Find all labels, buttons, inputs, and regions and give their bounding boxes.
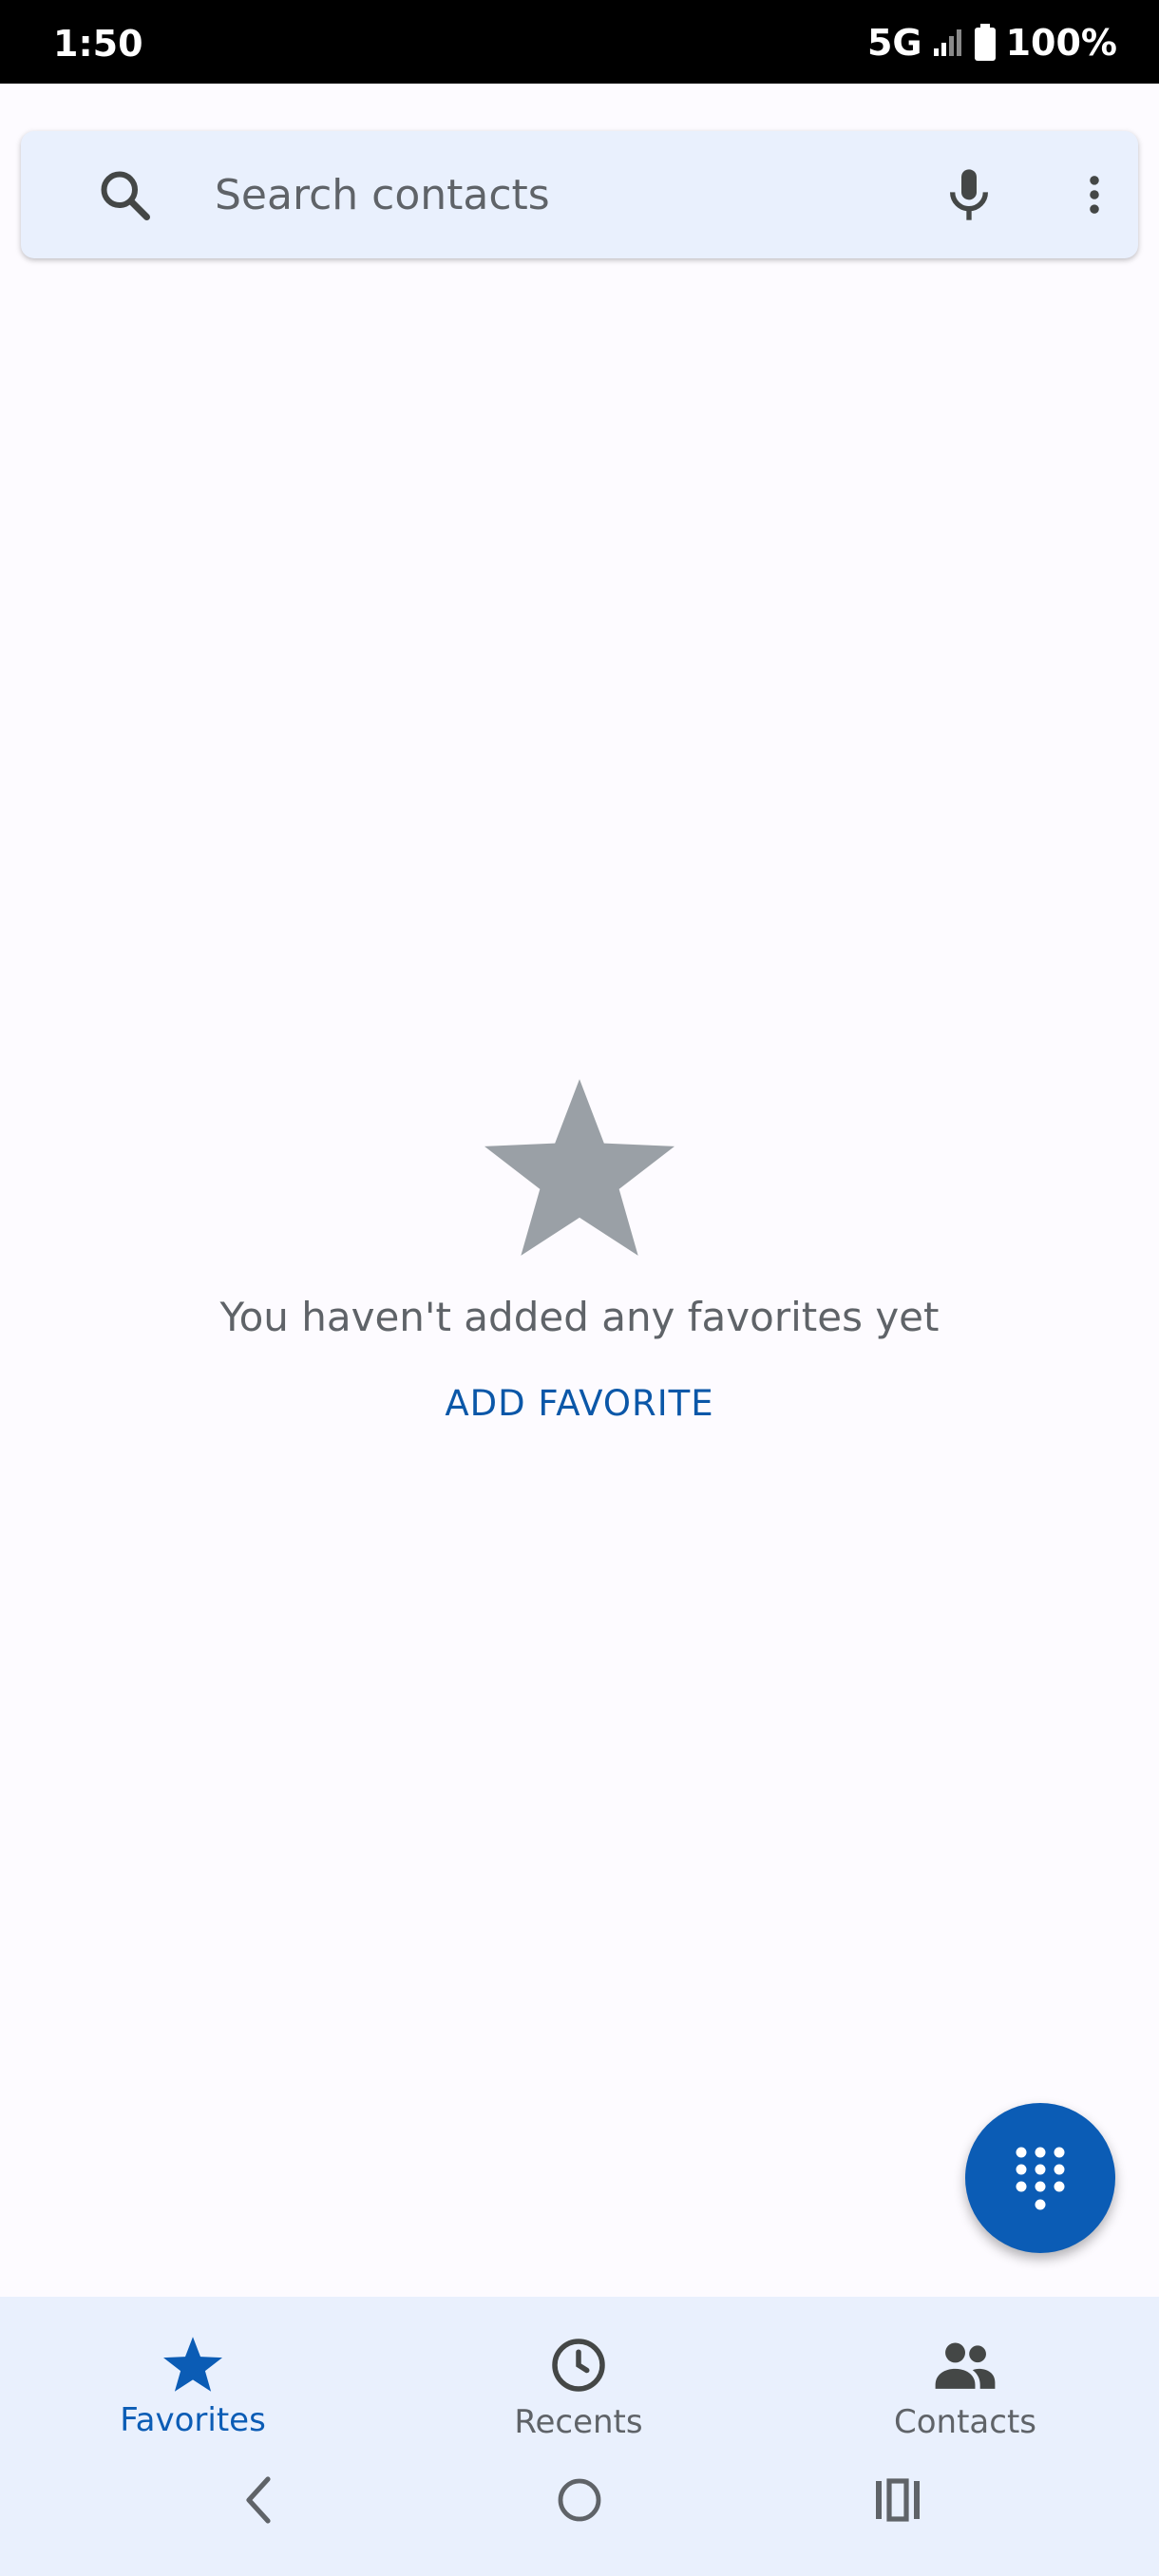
dialpad-icon <box>1016 2147 1065 2210</box>
nav-contacts[interactable]: Contacts <box>823 2316 1108 2468</box>
battery-icon <box>974 24 996 61</box>
people-icon <box>935 2342 996 2389</box>
system-recents-icon[interactable] <box>874 2477 922 2523</box>
status-icons: 5G 100% <box>867 21 1117 65</box>
more-options-icon[interactable] <box>1070 163 1119 226</box>
add-favorite-button[interactable]: ADD FAVORITE <box>390 1375 770 1432</box>
search-bar[interactable] <box>21 131 1138 258</box>
dialpad-button[interactable] <box>965 2103 1115 2253</box>
nav-favorites-label: Favorites <box>120 2401 266 2439</box>
mic-icon[interactable] <box>939 163 999 226</box>
status-bar: 1:50 5G 100% <box>0 0 1159 84</box>
empty-state-message: You haven't added any favorites yet <box>219 1294 940 1340</box>
nav-recents[interactable]: Recents <box>436 2316 721 2468</box>
signal-icon <box>933 29 961 56</box>
system-back-icon[interactable] <box>239 2473 277 2527</box>
network-type: 5G <box>866 22 922 64</box>
battery-level: 100% <box>1005 22 1117 64</box>
nav-recents-label: Recents <box>514 2403 643 2441</box>
empty-favorites-star-icon <box>484 1079 674 1256</box>
search-icon[interactable] <box>97 167 154 224</box>
clock-icon <box>552 2339 605 2392</box>
nav-contacts-label: Contacts <box>894 2403 1036 2441</box>
search-input[interactable] <box>215 160 899 230</box>
bottom-navigation: Favorites Recents Contacts <box>0 2297 1159 2576</box>
status-time: 1:50 <box>53 23 143 65</box>
star-icon <box>163 2337 222 2392</box>
nav-favorites[interactable]: Favorites <box>50 2316 335 2468</box>
system-home-icon[interactable] <box>557 2477 602 2523</box>
